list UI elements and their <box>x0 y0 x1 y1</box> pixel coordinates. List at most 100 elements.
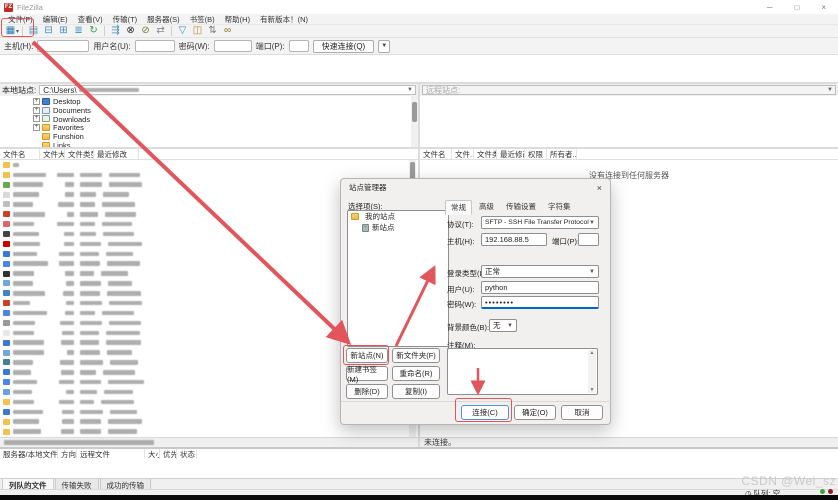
dialog-tab[interactable]: 高级 <box>474 200 499 215</box>
menu-item[interactable]: 有新版本！(N) <box>255 14 313 25</box>
file-row-blurred[interactable] <box>0 427 408 437</box>
file-icon <box>3 261 10 267</box>
file-icon <box>3 290 10 296</box>
column-header[interactable]: 服务器/本地文件 <box>0 449 58 459</box>
file-icon <box>3 419 10 425</box>
toggle-remote-tree-icon[interactable]: ⊞ <box>56 25 71 37</box>
dialog-tab[interactable]: 字符集 <box>543 200 576 215</box>
dlg-user-input[interactable]: python <box>481 281 599 294</box>
local-tree-item-favorites[interactable]: +Favorites <box>33 123 411 132</box>
dlg-password-input[interactable]: •••••••• <box>481 296 599 309</box>
menu-item[interactable]: 传输(T) <box>108 14 143 25</box>
bg-color-select[interactable]: 无 ▼ <box>489 319 517 332</box>
dialog-tab[interactable]: 传输设置 <box>501 200 541 215</box>
duplicate-button[interactable]: 复制(I) <box>392 384 440 399</box>
file-icon <box>3 399 10 405</box>
logon-type-value: 正常 <box>485 266 500 277</box>
protocol-select[interactable]: SFTP - SSH File Transfer Protocol ▼ <box>481 216 599 229</box>
local-tree-item-links[interactable]: Links <box>33 141 411 149</box>
new-folder-button[interactable]: 新文件夹(F) <box>392 348 440 363</box>
site-tree-root[interactable]: 我的站点 <box>348 211 448 222</box>
tree-item-label: Documents <box>53 106 91 115</box>
find-icon[interactable]: ∞ <box>220 25 235 37</box>
filter-icon[interactable]: ▽ <box>175 25 190 37</box>
username-input[interactable] <box>135 40 175 52</box>
disconnect-icon[interactable]: ⊘ <box>138 25 153 37</box>
quickconnect-dropdown-icon[interactable]: ▼ <box>378 40 390 53</box>
dialog-tab[interactable]: 常规 <box>445 200 472 215</box>
rename-button[interactable]: 重命名(R) <box>392 366 440 381</box>
site-tree-newsite[interactable]: 新站点 <box>348 222 448 233</box>
logon-type-select[interactable]: 正常 ▼ <box>481 265 599 278</box>
close-button[interactable]: × <box>821 3 826 12</box>
file-icon <box>3 359 10 365</box>
folder-icon <box>42 124 50 131</box>
column-header[interactable]: 权限 <box>525 149 547 159</box>
menu-item[interactable]: 编辑(E) <box>38 14 73 25</box>
remote-site-label: 远程站点: <box>426 85 460 96</box>
cancel-button[interactable]: 取消 <box>561 405 603 420</box>
column-header[interactable]: 文件类型 <box>65 149 94 159</box>
local-tree-item-desktop[interactable]: +Desktop <box>33 97 411 106</box>
local-tree-item-funshion[interactable]: Funshion <box>33 132 411 141</box>
queue-header: 服务器/本地文件方向远程文件大小优先...状态 <box>0 447 838 459</box>
password-input[interactable] <box>214 40 252 52</box>
comments-scrollbar[interactable]: ▲▼ <box>588 350 596 393</box>
toggle-queue-icon[interactable]: ≣ <box>71 25 86 37</box>
process-queue-icon[interactable]: ⇶ <box>108 25 123 37</box>
reconnect-icon[interactable]: ⇄ <box>153 25 168 37</box>
tree-expander-icon[interactable]: + <box>33 107 40 114</box>
local-path-combo[interactable]: C:\Users\ ▼ <box>39 85 416 95</box>
tree-expander-icon[interactable]: + <box>33 115 40 122</box>
quickconnect-button[interactable]: 快速连接(Q) <box>313 40 375 53</box>
annotation-box-new-site-button <box>343 345 389 365</box>
column-header[interactable]: 状态 <box>177 449 197 459</box>
compare-icon[interactable]: ◫ <box>190 25 205 37</box>
local-path-caret-icon[interactable]: ▼ <box>407 87 413 93</box>
menu-item[interactable]: 查看(V) <box>73 14 108 25</box>
comments-textarea[interactable]: ▲▼ <box>447 348 598 395</box>
dialog-close-icon[interactable]: × <box>597 183 602 193</box>
toolbar-separator <box>171 26 172 36</box>
column-header[interactable]: 远程文件 <box>77 449 145 459</box>
remote-pane-status: 未连接。 <box>420 437 838 447</box>
ok-button[interactable]: 确定(O) <box>514 405 556 420</box>
minimize-button[interactable]: ─ <box>767 3 773 12</box>
menu-item[interactable]: 帮助(H) <box>220 14 255 25</box>
local-tree-item-downloads[interactable]: +Downloads <box>33 115 411 124</box>
site-tree[interactable]: 我的站点 新站点 <box>347 210 449 347</box>
column-header[interactable]: 最近修改 <box>497 149 525 159</box>
column-header[interactable]: 文件大... <box>40 149 65 159</box>
menu-item[interactable]: 书签(B) <box>185 14 220 25</box>
port-input[interactable] <box>289 40 309 52</box>
tree-expander-icon[interactable]: + <box>33 124 40 131</box>
dlg-host-input[interactable]: 192.168.88.5 <box>481 233 547 246</box>
column-header[interactable]: 所有者... <box>547 149 577 159</box>
refresh-icon[interactable]: ↻ <box>86 25 101 37</box>
column-header[interactable]: 文件名 <box>0 149 40 159</box>
column-header[interactable]: 方向 <box>58 449 77 459</box>
column-header[interactable]: 文件名 <box>420 149 452 159</box>
sync-browse-icon[interactable]: ⇅ <box>205 25 220 37</box>
menu-item[interactable]: 服务器(S) <box>142 14 185 25</box>
menu-bar: 文件(F)编辑(E)查看(V)传输(T)服务器(S)书签(B)帮助(H)有新版本… <box>0 14 838 25</box>
maximize-button[interactable]: □ <box>794 3 799 12</box>
cancel-icon[interactable]: ⊗ <box>123 25 138 37</box>
file-row-blurred[interactable] <box>0 160 408 170</box>
toolbar: ▦▾▤⊟⊞≣↻⇶⊗⊘⇄▽◫⇅∞ <box>0 25 838 38</box>
bg-color-label: 背景颜色(B): <box>447 322 489 333</box>
tree-expander-icon[interactable]: + <box>33 98 40 105</box>
host-input[interactable] <box>37 40 89 52</box>
dlg-port-input[interactable] <box>578 233 599 246</box>
new-bookmark-button[interactable]: 新建书签(M) <box>346 366 388 381</box>
delete-button[interactable]: 删除(D) <box>346 384 388 399</box>
column-header[interactable]: 大小 <box>145 449 160 459</box>
toggle-local-tree-icon[interactable]: ⊟ <box>41 25 56 37</box>
local-tree-scrollbar[interactable] <box>411 96 418 149</box>
column-header[interactable]: 最近修改 <box>94 149 139 159</box>
local-tree-item-documents[interactable]: + Documents <box>33 106 411 115</box>
column-header[interactable]: 文件... <box>452 149 474 159</box>
column-header[interactable]: 优先... <box>160 449 177 459</box>
file-icon <box>3 409 10 415</box>
column-header[interactable]: 文件类... <box>474 149 497 159</box>
